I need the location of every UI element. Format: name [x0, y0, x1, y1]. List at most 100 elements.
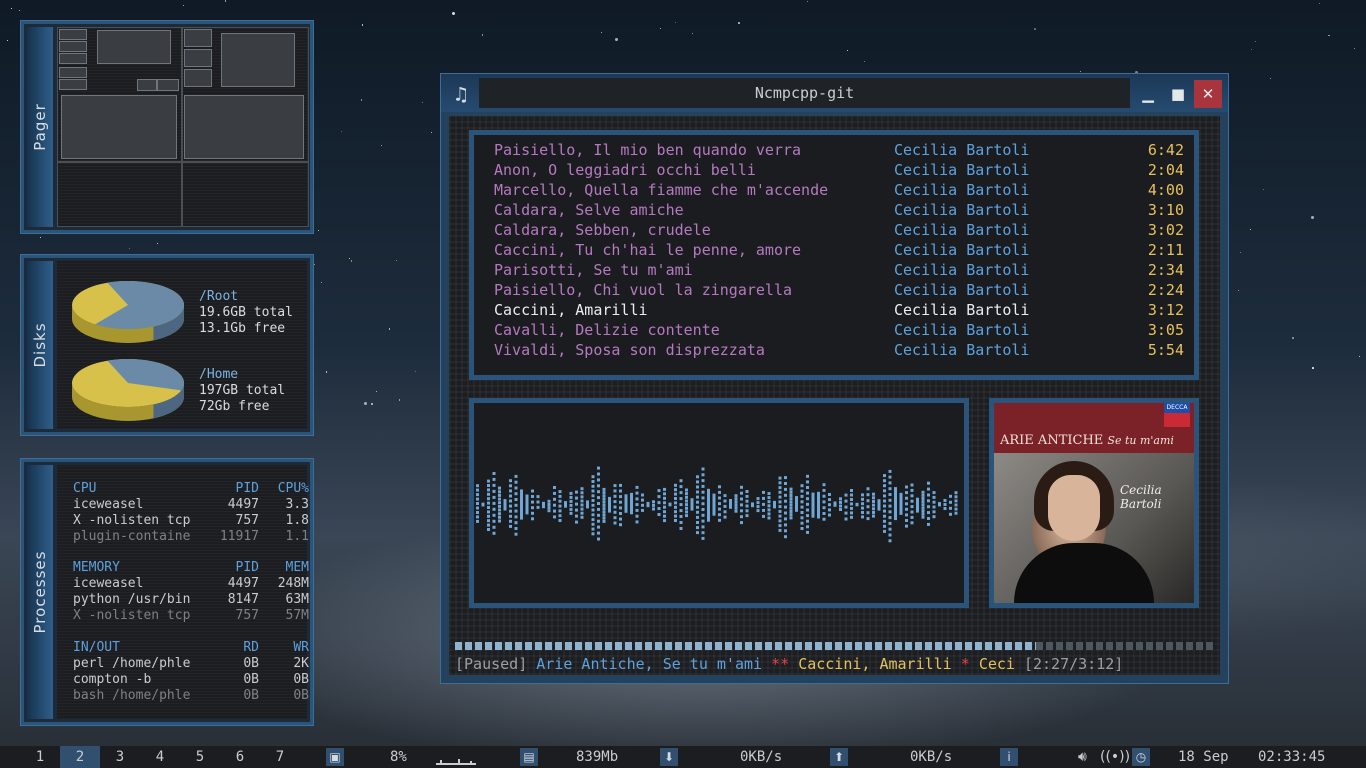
visualizer-dot: [806, 480, 809, 484]
visualizer-dot: [729, 505, 732, 509]
visualizer-dot: [602, 516, 606, 520]
visualizer-dot: [701, 473, 705, 477]
visualizer-dot: [828, 503, 831, 507]
visualizer-dot: [767, 516, 771, 520]
visualizer-dot: [663, 510, 666, 514]
info-icon[interactable]: i: [1000, 748, 1018, 766]
disk-mount: /Home: [199, 367, 239, 382]
playlist-row[interactable]: Marcello, Quella fiamme che m'accende Cec…: [494, 180, 1184, 200]
status-separator: *: [960, 655, 970, 673]
progress-bar[interactable]: [455, 642, 1214, 650]
pager-desktops[interactable]: [57, 27, 309, 227]
visualizer-dot: [701, 536, 705, 540]
visualizer-dot: [800, 516, 804, 520]
visualizer-dot: [487, 501, 490, 505]
visualizer-dot: [938, 503, 941, 507]
visualizer-dot: [487, 519, 490, 523]
visualizer-dot: [844, 505, 848, 509]
wifi-icon[interactable]: ((•)): [1100, 746, 1130, 768]
song-title: Paisiello, Il mio ben quando verra: [494, 141, 802, 159]
visualizer-dot: [894, 508, 897, 512]
visualizer-dot: [778, 519, 782, 523]
visualizer-dot: [674, 505, 677, 509]
music-note-icon[interactable]: ♫: [449, 82, 473, 106]
visualizer-dot: [905, 496, 908, 500]
playlist-row[interactable]: Caccini, Amarilli Cecilia Bartoli 3:12: [494, 300, 1184, 320]
visualizer-dot: [894, 498, 897, 501]
workspace-5[interactable]: 5: [180, 746, 220, 768]
pager-side-tab: Pager: [27, 27, 53, 227]
minimize-icon[interactable]: ▁: [1134, 80, 1162, 108]
visualizer-dot: [487, 488, 490, 492]
album-artist-name: Cecilia Bartoli: [1120, 483, 1162, 511]
playlist-row[interactable]: Caldara, Sebben, crudele Cecilia Bartoli 3…: [494, 220, 1184, 240]
visualizer-dot: [894, 500, 897, 504]
visualizer-dot: [487, 514, 490, 518]
status-line: [Paused] Arie Antiche, Se tu m'ami ** Ca…: [455, 654, 1214, 674]
visualizer-dot: [663, 492, 666, 496]
visualizer-dot: [492, 525, 496, 529]
visualizer-dot: [888, 510, 892, 514]
volume-icon[interactable]: 🔊︎: [1078, 746, 1087, 768]
workspace-1[interactable]: 1: [20, 746, 60, 768]
visualizer-dot: [476, 502, 479, 505]
playlist-row[interactable]: Parisotti, Se tu m'ami Cecilia Bartoli 2:3…: [494, 260, 1184, 280]
workspace-6[interactable]: 6: [220, 746, 260, 768]
playlist-row[interactable]: Paisiello, Il mio ben quando verra Cecili…: [494, 140, 1184, 160]
visualizer-dot: [498, 490, 501, 494]
visualizer-dot: [520, 497, 523, 501]
window-titlebar[interactable]: ♫ Ncmpcpp-git ▁ ■ ✕: [441, 74, 1228, 112]
visualizer-dot: [806, 514, 809, 518]
visualizer-dot: [894, 511, 897, 515]
workspace-7[interactable]: 7: [260, 746, 300, 768]
visualizer-dot: [817, 494, 820, 498]
visualizer-dot: [916, 497, 919, 501]
visualizer-dot: [883, 489, 886, 493]
visualizer-dot: [701, 519, 705, 523]
visualizer-dot: [740, 503, 743, 507]
visualizer-dot: [888, 533, 892, 537]
visualizer-dot: [591, 532, 595, 536]
table-row: X -nolisten tcp 757 1.8: [73, 513, 313, 529]
visualizer-dot: [833, 503, 837, 507]
visualizer-dot: [591, 503, 595, 507]
table-cell: 11917: [219, 529, 259, 544]
close-icon[interactable]: ✕: [1194, 80, 1222, 108]
visualizer-dot: [927, 487, 930, 491]
workspace-4[interactable]: 4: [140, 746, 180, 768]
visualizer-dot: [784, 493, 787, 497]
song-duration: 3:10: [1147, 201, 1184, 219]
playlist-row[interactable]: Caldara, Selve amiche Cecilia Bartoli 3:10: [494, 200, 1184, 220]
song-title: Caldara, Sebben, crudele: [494, 221, 711, 239]
maximize-icon[interactable]: ■: [1164, 80, 1192, 108]
visualizer-dot: [630, 511, 633, 515]
song-artist: Cecilia Bartoli: [894, 321, 1030, 339]
taskbar: 1234567 ▣ 8% ▤ 839Mb ⬇ 0KB/s ⬆ 0KB/s i 🔊…: [0, 746, 1366, 768]
visualizer-dot: [767, 496, 771, 500]
visualizer-dot: [487, 523, 490, 527]
playlist-row[interactable]: Caccini, Tu ch'hai le penne, amore Cecili…: [494, 240, 1184, 260]
visualizer-dot: [894, 492, 897, 496]
visualizer-dot: [509, 499, 512, 503]
visualizer-dot: [762, 502, 765, 506]
visualizer-dot: [509, 489, 512, 493]
visualizer-dot: [822, 483, 826, 487]
workspace-3[interactable]: 3: [100, 746, 140, 768]
visualizer-dot: [487, 484, 490, 487]
visualizer-dot: [602, 519, 606, 523]
playlist-row[interactable]: Vivaldi, Sposa son disprezzata Cecilia Ba…: [494, 340, 1184, 360]
visualizer-dot: [927, 481, 930, 485]
memory-usage: 839Mb: [576, 749, 619, 765]
workspace-2[interactable]: 2: [60, 746, 100, 768]
table-cell: 1.1: [285, 529, 309, 544]
visualizer-dot: [580, 495, 584, 499]
playlist-row[interactable]: Paisiello, Chi vuol la zingarella Cecilia…: [494, 280, 1184, 300]
playlist-row[interactable]: Anon, O leggiadri occhi belli Cecilia Bar…: [494, 160, 1184, 180]
visualizer-dot: [613, 489, 617, 493]
table-cell: 4497: [227, 497, 259, 512]
visualizer-dot: [613, 494, 617, 498]
visualizer-dot: [591, 527, 595, 531]
visualizer-dot: [756, 497, 760, 501]
window-title: Ncmpcpp-git: [479, 78, 1130, 108]
playlist-row[interactable]: Cavalli, Delizie contente Cecilia Bartoli…: [494, 320, 1184, 340]
